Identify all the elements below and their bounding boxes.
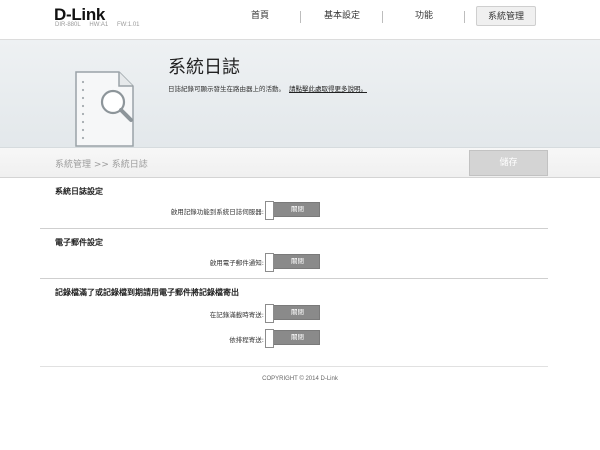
syslog-enable-label: 啟用記錄功能到系統日誌伺服器: — [170, 208, 264, 216]
toggle-knob — [265, 329, 274, 348]
model-number: DIR-880L — [55, 22, 81, 28]
section-title-email-log: 記錄檔滿了或記錄檔到期請用電子郵件將記錄檔寄出 — [55, 288, 239, 297]
copyright: COPYRIGHT © 2014 D-Link — [262, 376, 338, 382]
toggle-state: 關閉 — [291, 257, 304, 265]
device-info: DIR-880L HW:A1 FW:1.01 — [55, 22, 147, 28]
send-on-schedule-toggle[interactable]: 關閉 — [265, 329, 320, 348]
description-text: 日誌紀錄可顯示發生在路由器上的活動。 — [168, 85, 285, 93]
firmware-version: FW:1.01 — [116, 22, 140, 28]
toggle-state: 關閉 — [291, 333, 304, 341]
nav-divider — [382, 11, 383, 23]
toggle-knob — [265, 201, 274, 220]
page-banner: 系統日誌 日誌紀錄可顯示發生在路由器上的活動。 請點擊此處取得更多說明。 — [0, 40, 600, 148]
page-description: 日誌紀錄可顯示發生在路由器上的活動。 請點擊此處取得更多說明。 — [168, 83, 367, 93]
nav-divider — [300, 11, 301, 23]
nav-home[interactable]: 首頁 — [224, 6, 296, 26]
send-on-schedule-label: 依排程寄送: — [229, 336, 264, 344]
syslog-enable-toggle[interactable]: 關閉 — [265, 201, 320, 220]
send-when-full-label: 在記錄滿載時寄送: — [209, 311, 264, 319]
section-divider — [40, 228, 548, 229]
section-divider — [40, 278, 548, 279]
document-magnifier-icon — [75, 71, 134, 147]
more-info-link[interactable]: 請點擊此處取得更多說明。 — [289, 85, 367, 93]
nav-basic-settings[interactable]: 基本設定 — [306, 6, 378, 26]
breadcrumb-bar: 系統管理 >> 系統日誌 儲存 — [0, 148, 600, 178]
breadcrumb: 系統管理 >> 系統日誌 — [55, 160, 148, 170]
email-enable-toggle[interactable]: 關閉 — [265, 253, 320, 272]
top-bar: D-Link DIR-880L HW:A1 FW:1.01 首頁 基本設定 功能… — [0, 0, 600, 40]
toggle-state: 關閉 — [291, 205, 304, 213]
save-button[interactable]: 儲存 — [469, 150, 548, 176]
page-title: 系統日誌 — [168, 57, 240, 78]
section-title-syslog: 系統日誌設定 — [55, 187, 103, 196]
hardware-version: HW:A1 — [89, 22, 109, 28]
nav-features[interactable]: 功能 — [388, 6, 460, 26]
section-title-email: 電子郵件設定 — [55, 238, 103, 247]
nav-divider — [464, 11, 465, 23]
send-when-full-toggle[interactable]: 關閉 — [265, 304, 320, 323]
footer-divider — [40, 366, 548, 367]
toggle-knob — [265, 304, 274, 323]
toggle-state: 關閉 — [291, 308, 304, 316]
email-enable-label: 啟用電子郵件通知: — [209, 259, 264, 267]
nav-management[interactable]: 系統管理 — [476, 6, 536, 26]
toggle-knob — [265, 253, 274, 272]
